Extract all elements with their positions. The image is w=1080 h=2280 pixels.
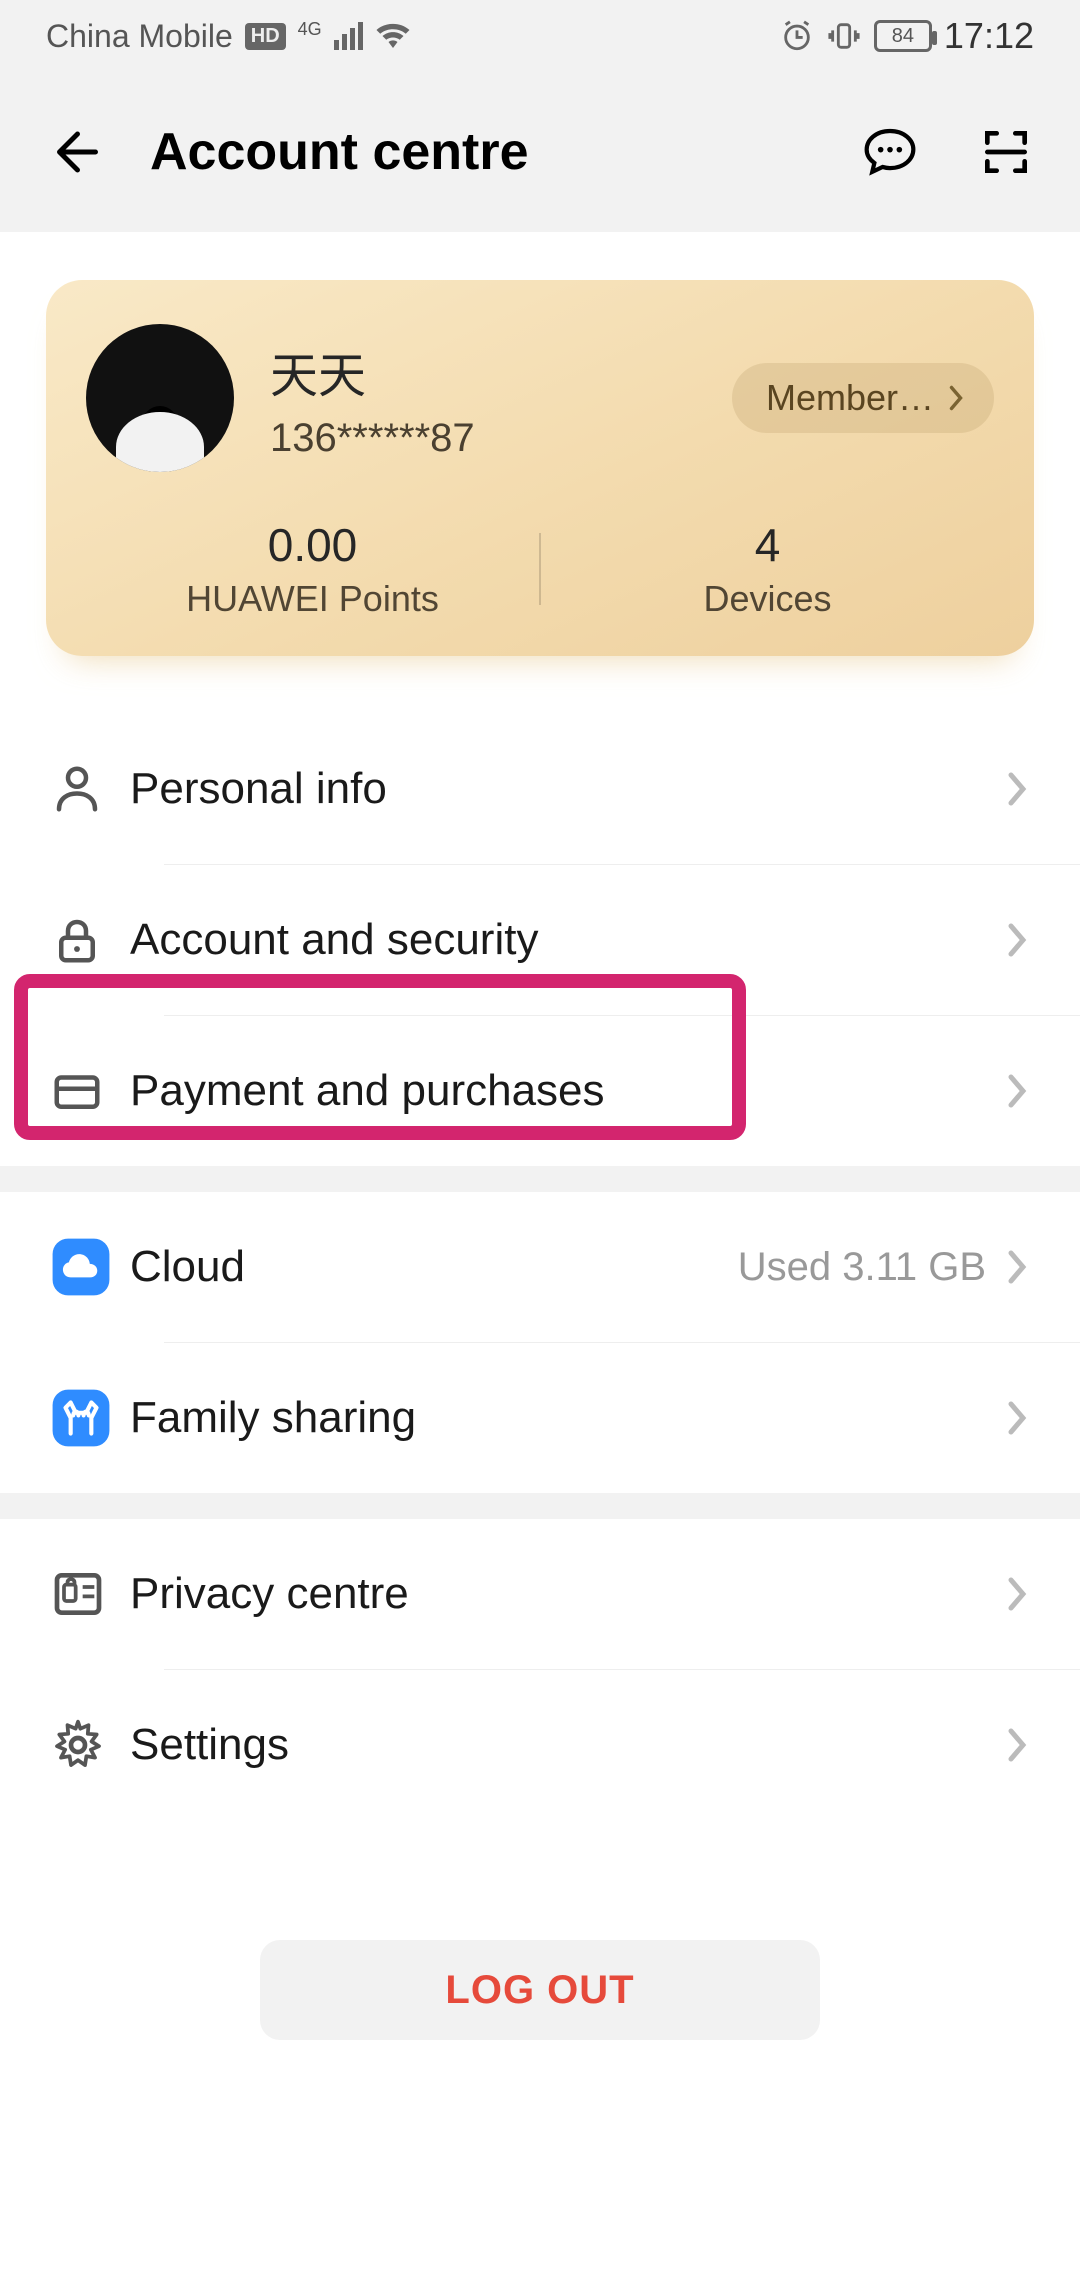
row-cloud[interactable]: Cloud Used 3.11 GB: [0, 1192, 1080, 1342]
wifi-icon: [375, 21, 411, 51]
logout-label: LOG OUT: [445, 1968, 634, 2013]
row-label: Family sharing: [130, 1393, 1004, 1443]
status-bar: China Mobile HD 4G 84 17:12: [0, 0, 1080, 72]
chevron-right-icon: [1004, 769, 1030, 809]
network-label: 4G: [298, 19, 322, 40]
row-label: Cloud: [130, 1242, 738, 1292]
row-label: Account and security: [130, 915, 1004, 965]
avatar[interactable]: [86, 324, 234, 472]
app-header: Account centre: [0, 72, 1080, 232]
account-card: 天天 136******87 Member… 0.00 HUAWEI Point…: [46, 280, 1034, 656]
row-settings[interactable]: Settings: [0, 1670, 1080, 1820]
devices-value: 4: [541, 518, 994, 572]
username-label: 天天: [270, 336, 696, 406]
row-account-security[interactable]: Account and security: [0, 865, 1080, 1015]
chevron-right-icon: [1004, 920, 1030, 960]
row-privacy-centre[interactable]: Privacy centre: [0, 1519, 1080, 1669]
points-value: 0.00: [86, 518, 539, 572]
scan-icon[interactable]: [978, 124, 1034, 180]
chevron-right-icon: [1004, 1071, 1030, 1111]
page-title: Account centre: [150, 122, 810, 182]
row-family-sharing[interactable]: Family sharing: [0, 1343, 1080, 1493]
back-icon[interactable]: [46, 125, 100, 179]
carrier-label: China Mobile: [46, 18, 233, 55]
chevron-right-icon: [1004, 1725, 1030, 1765]
chevron-right-icon: [1004, 1574, 1030, 1614]
chevron-right-icon: [944, 383, 968, 413]
battery-icon: 84: [874, 20, 932, 52]
signal-icon: [334, 22, 363, 50]
vibrate-icon: [826, 19, 862, 53]
family-icon: [50, 1387, 130, 1449]
devices-stat[interactable]: 4 Devices: [541, 518, 994, 620]
logout-button[interactable]: LOG OUT: [260, 1940, 820, 2040]
member-button[interactable]: Member…: [732, 363, 994, 433]
cloud-icon: [50, 1236, 130, 1298]
card-icon: [50, 1064, 130, 1118]
row-label: Personal info: [130, 764, 1004, 814]
chevron-right-icon: [1004, 1398, 1030, 1438]
privacy-icon: [50, 1566, 130, 1622]
chat-icon[interactable]: [860, 124, 920, 180]
chevron-right-icon: [1004, 1247, 1030, 1287]
row-label: Privacy centre: [130, 1569, 1004, 1619]
gear-icon: [50, 1717, 130, 1773]
phone-label: 136******87: [270, 416, 696, 461]
section-gap: [0, 1493, 1080, 1519]
devices-label: Devices: [541, 578, 994, 620]
alarm-icon: [780, 19, 814, 53]
lock-icon: [50, 913, 130, 967]
hd-badge-icon: HD: [245, 23, 286, 50]
points-label: HUAWEI Points: [86, 578, 539, 620]
cloud-usage: Used 3.11 GB: [738, 1245, 986, 1290]
points-stat[interactable]: 0.00 HUAWEI Points: [86, 518, 539, 620]
clock-label: 17:12: [944, 15, 1034, 57]
member-label: Member…: [766, 377, 934, 419]
row-personal-info[interactable]: Personal info: [0, 714, 1080, 864]
row-label: Settings: [130, 1720, 1004, 1770]
person-icon: [50, 762, 130, 816]
row-label: Payment and purchases: [130, 1066, 1004, 1116]
section-gap: [0, 1166, 1080, 1192]
row-payment[interactable]: Payment and purchases: [0, 1016, 1080, 1166]
